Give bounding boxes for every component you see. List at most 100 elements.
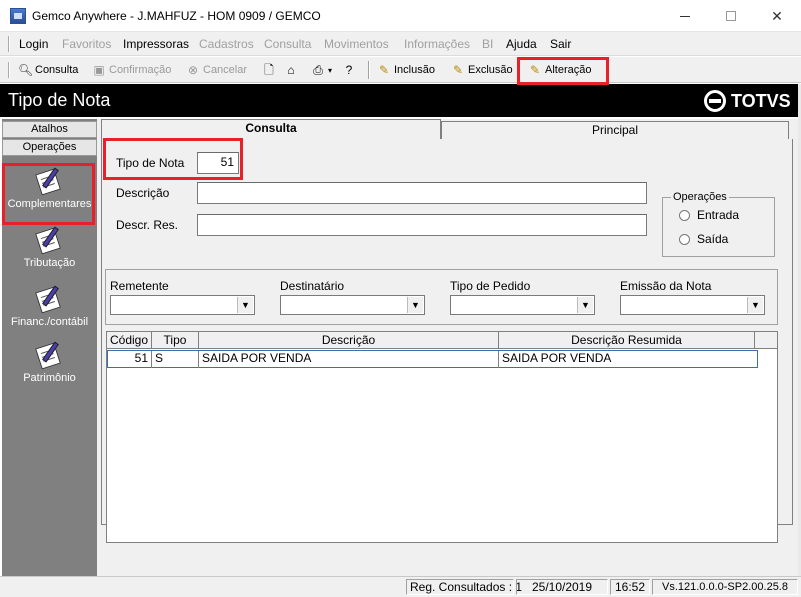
sidebar-item-label: Complementares bbox=[7, 198, 92, 210]
status-date: 25/10/2019 bbox=[516, 579, 608, 595]
inclusao-button[interactable]: ✎ Inclusão bbox=[377, 61, 435, 79]
menu-login[interactable]: Login bbox=[19, 37, 48, 51]
sidebar-item-tributacao[interactable]: Tributação bbox=[2, 222, 97, 282]
sidebar-item-label: Tributação bbox=[23, 257, 76, 269]
tipo-pedido-select[interactable]: ▼ bbox=[450, 295, 595, 315]
alteracao-button[interactable]: ✎ Alteração bbox=[528, 61, 592, 79]
consulta-label: Consulta bbox=[35, 64, 79, 76]
brand-name: TOTVS bbox=[731, 90, 791, 111]
home-button[interactable]: ⌂ bbox=[284, 61, 298, 79]
brand-mark-icon bbox=[704, 90, 726, 112]
grid-header-tipo[interactable]: Tipo bbox=[152, 332, 199, 349]
sidebar-item-label: Patrimônio bbox=[23, 372, 76, 384]
destinatario-select[interactable]: ▼ bbox=[280, 295, 425, 315]
operacoes-group: Operações Entrada Saída bbox=[662, 191, 775, 257]
minimize-button[interactable] bbox=[662, 0, 708, 32]
add-record-icon: ✎ bbox=[378, 63, 390, 77]
grid-header-filler bbox=[755, 332, 777, 349]
remetente-label: Remetente bbox=[110, 279, 169, 293]
remetente-select[interactable]: ▼ bbox=[110, 295, 255, 315]
entrada-radio[interactable] bbox=[679, 210, 690, 221]
status-version: Vs.121.0.0.0-SP2.00.25.8 bbox=[652, 579, 798, 595]
descr-res-input[interactable] bbox=[197, 214, 647, 236]
sidebar-item-patrimonio[interactable]: Patrimônio bbox=[2, 337, 97, 397]
sidebar-operacoes[interactable]: Operações bbox=[2, 139, 97, 156]
grid-header-descricao[interactable]: Descrição bbox=[199, 332, 499, 349]
sidebar-atalhos[interactable]: Atalhos bbox=[2, 121, 97, 138]
operacoes-legend: Operações bbox=[671, 191, 729, 203]
confirmacao-button[interactable]: ▣ Confirmação bbox=[92, 61, 171, 79]
close-icon: ✕ bbox=[771, 7, 783, 24]
delete-record-icon: ✎ bbox=[452, 63, 464, 77]
page-title: Tipo de Nota bbox=[8, 90, 111, 110]
cell-descricao: SAIDA POR VENDA bbox=[199, 351, 499, 368]
document-pen-icon bbox=[34, 339, 66, 370]
destinatario-label: Destinatário bbox=[280, 279, 345, 293]
menu-impressoras[interactable]: Impressoras bbox=[123, 37, 189, 51]
menu-ajuda[interactable]: Ajuda bbox=[506, 37, 537, 51]
menu-consulta[interactable]: Consulta bbox=[264, 37, 311, 51]
tipo-nota-label: Tipo de Nota bbox=[116, 156, 185, 170]
grid-header-codigo[interactable]: Código bbox=[107, 332, 152, 349]
menu-movimentos[interactable]: Movimentos bbox=[324, 37, 389, 51]
tab-consulta[interactable]: Consulta bbox=[101, 119, 441, 139]
menu-favoritos[interactable]: Favoritos bbox=[62, 37, 111, 51]
filter-group: Remetente ▼ Destinatário ▼ Tipo de Pedid… bbox=[105, 269, 778, 325]
document-pen-icon bbox=[34, 224, 66, 255]
chevron-down-icon: ▼ bbox=[237, 297, 253, 313]
minimize-icon bbox=[680, 15, 690, 17]
print-dropdown-icon: ▾ bbox=[328, 65, 333, 75]
cancelar-button[interactable]: ⊗ Cancelar bbox=[186, 61, 247, 79]
exclusao-button[interactable]: ✎ Exclusão bbox=[451, 61, 513, 79]
cell-codigo: 51 bbox=[107, 351, 152, 368]
cancelar-label: Cancelar bbox=[203, 64, 248, 76]
saida-radio[interactable] bbox=[679, 234, 690, 245]
emissao-select[interactable]: ▼ bbox=[620, 295, 765, 315]
menu-bi[interactable]: BI bbox=[482, 37, 493, 51]
sidebar-item-financ-contabil[interactable]: Financ./contábil bbox=[2, 281, 97, 341]
document-pen-icon bbox=[34, 165, 66, 196]
chevron-down-icon: ▼ bbox=[747, 297, 763, 313]
app-icon bbox=[10, 8, 26, 24]
maximize-icon bbox=[726, 11, 736, 21]
new-document-icon: 🗋 bbox=[264, 63, 274, 77]
main-panel: Consulta Principal Tipo de Nota 51 Descr… bbox=[97, 119, 798, 576]
sidebar: Atalhos Operações Complementares Tributa… bbox=[2, 119, 97, 576]
save-icon: ▣ bbox=[93, 63, 105, 77]
title-bar: Gemco Anywhere - J.MAHFUZ - HOM 0909 / G… bbox=[0, 0, 801, 32]
menu-cadastros[interactable]: Cadastros bbox=[199, 37, 254, 51]
descr-res-label: Descr. Res. bbox=[116, 218, 179, 232]
help-search-icon: ? bbox=[345, 63, 353, 77]
search-document-icon: 🔍︎ bbox=[18, 63, 34, 77]
results-grid: Código Tipo Descrição Descrição Resumida… bbox=[106, 331, 778, 543]
maximize-button[interactable] bbox=[708, 0, 754, 32]
status-bar: Reg. Consultados : 1 25/10/2019 16:52 Vs… bbox=[0, 576, 801, 597]
page-header: Tipo de Nota TOTVS bbox=[0, 84, 798, 117]
grid-header-descricao-resumida[interactable]: Descrição Resumida bbox=[499, 332, 755, 349]
home-icon: ⌂ bbox=[287, 63, 295, 77]
print-button[interactable]: ⎙ ▾ bbox=[311, 61, 332, 79]
confirmacao-label: Confirmação bbox=[109, 64, 172, 76]
cell-descricao-resumida: SAIDA POR VENDA bbox=[502, 351, 612, 365]
consulta-panel: Tipo de Nota 51 Descrição Descr. Res. Op… bbox=[101, 139, 793, 543]
emissao-label: Emissão da Nota bbox=[620, 279, 712, 293]
saida-label: Saída bbox=[697, 232, 729, 246]
toolbar-grip bbox=[8, 62, 10, 78]
help-search-button[interactable]: ? bbox=[342, 61, 356, 79]
sidebar-item-complementares[interactable]: Complementares bbox=[2, 163, 97, 223]
menu-informacoes[interactable]: Informações bbox=[404, 37, 470, 51]
printer-icon: ⎙ bbox=[313, 63, 323, 77]
sidebar-item-label: Financ./contábil bbox=[10, 316, 89, 328]
descricao-input[interactable] bbox=[197, 182, 647, 204]
consulta-button[interactable]: 🔍︎ Consulta bbox=[18, 61, 78, 79]
menu-sair[interactable]: Sair bbox=[550, 37, 571, 51]
tipo-pedido-label: Tipo de Pedido bbox=[450, 279, 531, 293]
window-title: Gemco Anywhere - J.MAHFUZ - HOM 0909 / G… bbox=[32, 9, 321, 23]
tipo-nota-input[interactable]: 51 bbox=[197, 152, 239, 174]
tab-principal[interactable]: Principal bbox=[441, 121, 789, 139]
entrada-label: Entrada bbox=[697, 208, 740, 222]
close-button[interactable]: ✕ bbox=[754, 0, 800, 32]
cell-tipo: S bbox=[152, 351, 199, 368]
new-document-button[interactable]: 🗋 bbox=[262, 61, 276, 79]
document-pen-icon bbox=[34, 283, 66, 314]
